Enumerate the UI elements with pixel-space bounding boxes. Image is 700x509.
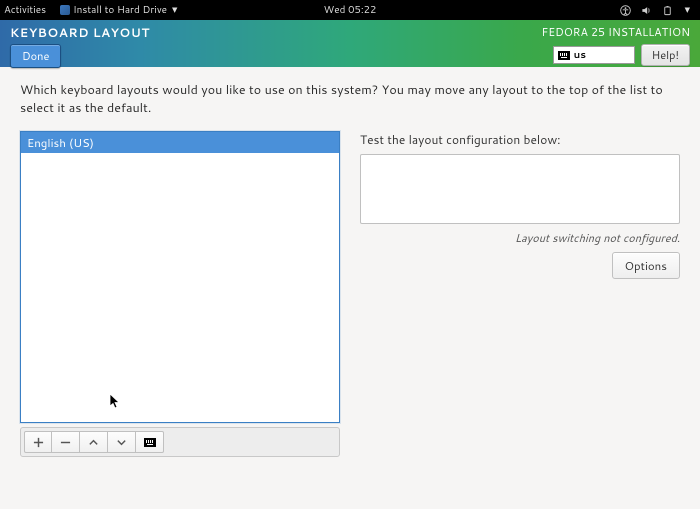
minus-icon	[60, 437, 71, 448]
product-label: FEDORA 25 INSTALLATION	[542, 24, 690, 40]
locale-code: us	[574, 48, 586, 62]
move-up-button[interactable]	[80, 431, 108, 453]
list-item[interactable]: English (US)	[21, 132, 339, 153]
keyboard-layout-list[interactable]: English (US)	[20, 131, 340, 423]
instructions-text: Which keyboard layouts would you like to…	[20, 81, 680, 117]
plus-icon	[33, 437, 44, 448]
layout-toolbar	[20, 427, 340, 457]
keyboard-icon	[558, 51, 570, 60]
accessibility-icon[interactable]	[620, 5, 631, 16]
test-label: Test the layout configuration below:	[360, 131, 680, 148]
activities-button[interactable]: Activities	[4, 3, 46, 17]
options-button[interactable]: Options	[612, 252, 680, 279]
installer-header: KEYBOARD LAYOUT Done FEDORA 25 INSTALLAT…	[0, 20, 700, 67]
chevron-down-icon: ▼	[172, 5, 177, 15]
app-menu[interactable]: Install to Hard Drive ▼	[60, 3, 177, 17]
move-down-button[interactable]	[108, 431, 136, 453]
app-icon	[60, 5, 70, 15]
system-menu-chevron-icon[interactable]: ▼	[685, 5, 690, 15]
keyboard-locale-indicator[interactable]: us	[553, 46, 635, 64]
gnome-top-bar: Activities Install to Hard Drive ▼ Wed 0…	[0, 0, 700, 20]
preview-layout-button[interactable]	[136, 431, 164, 453]
done-button[interactable]: Done	[10, 44, 61, 68]
keyboard-icon	[144, 438, 156, 447]
volume-icon[interactable]	[641, 5, 652, 16]
clock[interactable]: Wed 05:22	[324, 3, 377, 17]
test-input[interactable]	[360, 154, 680, 224]
switch-note: Layout switching not configured.	[360, 230, 680, 246]
chevron-up-icon	[88, 437, 99, 448]
content-area: Which keyboard layouts would you like to…	[0, 67, 700, 471]
page-title: KEYBOARD LAYOUT	[10, 24, 150, 41]
remove-layout-button[interactable]	[52, 431, 80, 453]
app-menu-label: Install to Hard Drive	[73, 3, 167, 17]
power-icon[interactable]	[662, 5, 673, 16]
chevron-down-icon	[116, 437, 127, 448]
add-layout-button[interactable]	[24, 431, 52, 453]
help-button[interactable]: Help!	[641, 44, 690, 66]
